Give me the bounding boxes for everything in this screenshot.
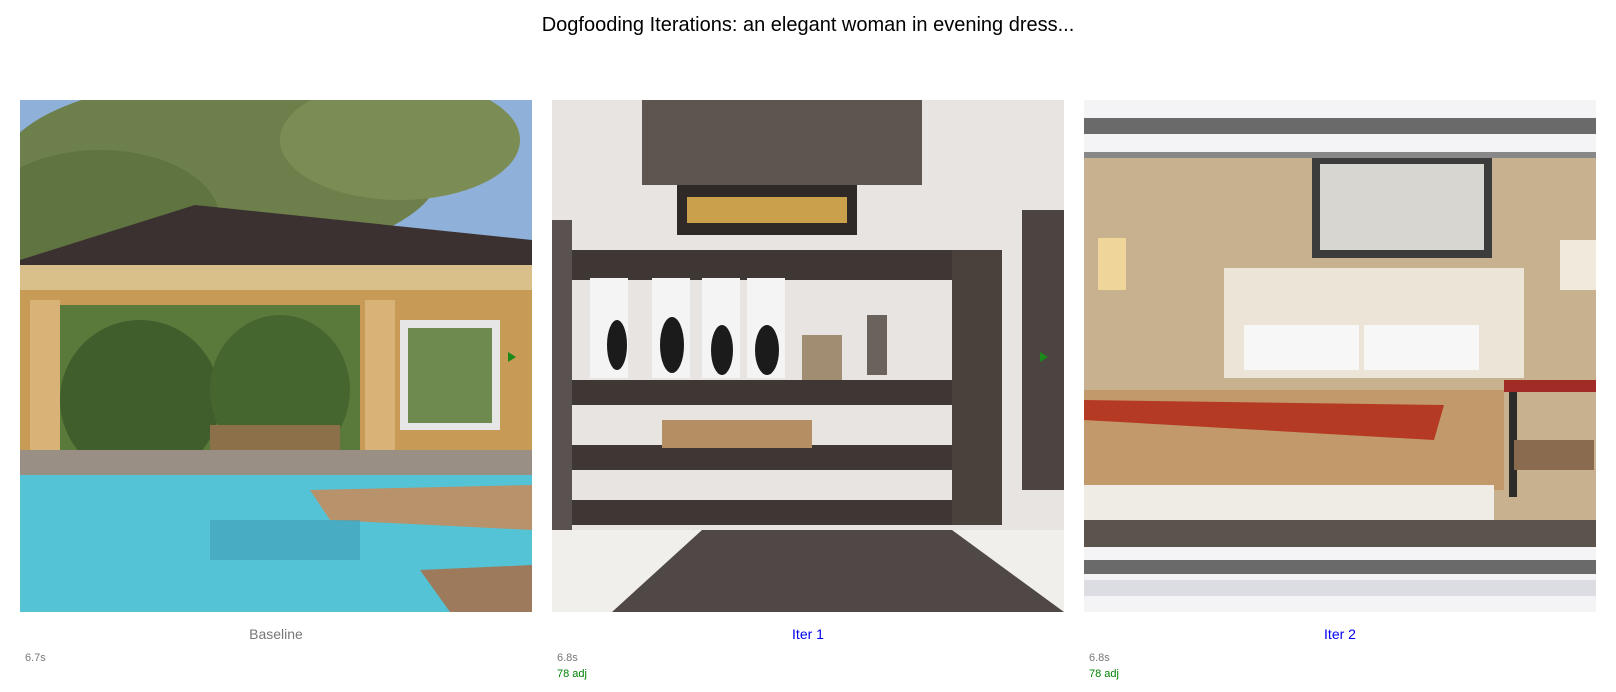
baseline-image[interactable] bbox=[20, 100, 532, 612]
panel-iter-2: Iter 2 6.8s 78 adj bbox=[1084, 100, 1596, 682]
panel-meta-iter-1: 6.8s 78 adj bbox=[552, 650, 1064, 682]
panel-meta-baseline: 6.7s bbox=[20, 650, 532, 666]
panel-meta-iter-2: 6.8s 78 adj bbox=[1084, 650, 1596, 682]
panel-label-baseline: Baseline bbox=[249, 626, 303, 642]
iter-1-image[interactable] bbox=[552, 100, 1064, 612]
panel-label-iter-2[interactable]: Iter 2 bbox=[1084, 626, 1596, 642]
panel-baseline: Baseline 6.7s bbox=[20, 100, 532, 666]
shelf-display-picture bbox=[552, 100, 1064, 612]
panel-time-baseline: 6.7s bbox=[25, 652, 46, 664]
panel-label-iter-1[interactable]: Iter 1 bbox=[552, 626, 1064, 642]
arrow-right-icon bbox=[1040, 352, 1048, 362]
panel-time-iter-2: 6.8s bbox=[1089, 652, 1110, 664]
panel-adj-iter-1: 78 adj bbox=[557, 668, 587, 680]
iter-2-image[interactable] bbox=[1084, 100, 1596, 612]
panel-iter-1: Iter 1 6.8s 78 adj bbox=[552, 100, 1064, 682]
panel-time-iter-1: 6.8s bbox=[557, 652, 578, 664]
panel-adj-iter-2: 78 adj bbox=[1089, 668, 1119, 680]
arrow-right-icon bbox=[508, 352, 516, 362]
pool-house-picture bbox=[20, 100, 532, 612]
bedroom-picture bbox=[1084, 100, 1596, 612]
page-title: Dogfooding Iterations: an elegant woman … bbox=[541, 14, 1075, 36]
